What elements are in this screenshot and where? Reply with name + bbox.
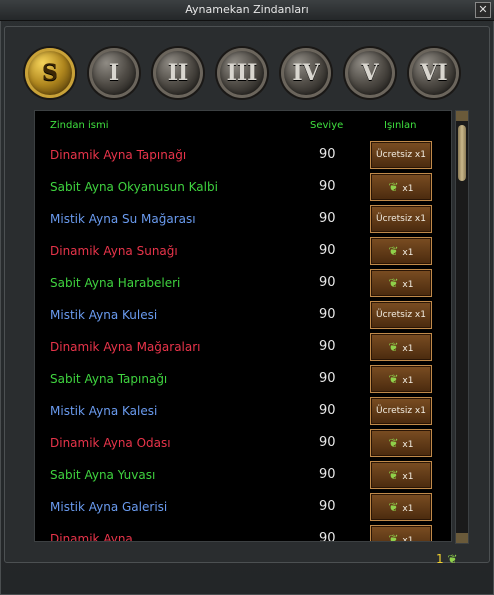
list-item: Dinamik Ayna Tapınağı 90 Ücretsiz x1 [35, 139, 451, 171]
dungeon-name: Mistik Ayna Su Mağarası [50, 212, 196, 226]
tab-tier-4[interactable]: IV [281, 48, 331, 98]
leaf-ticket-icon: ❦ [388, 372, 403, 386]
teleport-cost: x1 [402, 248, 414, 258]
leaf-ticket-icon: ❦ [388, 500, 403, 514]
header-level: Seviye [310, 120, 344, 131]
leaf-ticket-icon: ❦ [388, 180, 403, 194]
list-item: Sabit Ayna Harabeleri 90 ❦ x1 [35, 267, 451, 299]
header-name: Zindan ismi [50, 120, 109, 131]
dungeon-level: 90 [319, 307, 336, 322]
close-button[interactable]: ✕ [475, 2, 491, 18]
dungeon-name: Sabit Ayna Tapınağı [50, 372, 168, 386]
dungeon-name: Sabit Ayna Harabeleri [50, 276, 181, 290]
tab-tier-5[interactable]: V [345, 48, 395, 98]
teleport-button[interactable]: Ücretsiz x1 [370, 397, 432, 425]
teleport-button[interactable]: ❦ x1 [370, 269, 432, 297]
header-teleport: Işınlan [384, 120, 417, 131]
dungeon-name: Dinamik Ayna Odası [50, 436, 171, 450]
teleport-button[interactable]: ❦ x1 [370, 173, 432, 201]
teleport-cost: x1 [402, 536, 414, 542]
list-item: Dinamik Ayna ... 90 ❦ x1 [35, 523, 451, 542]
dungeon-level: 90 [319, 531, 336, 542]
list-scrollbar[interactable] [455, 110, 469, 544]
scroll-up-arrow[interactable] [456, 111, 468, 121]
dungeon-level: 90 [319, 243, 336, 258]
teleport-cost: Ücretsiz x1 [376, 406, 426, 416]
leaf-ticket-icon: ❦ [388, 276, 403, 290]
dungeon-name: Sabit Ayna Okyanusun Kalbi [50, 180, 218, 194]
teleport-cost: x1 [402, 344, 414, 354]
list-item: Mistik Ayna Su Mağarası 90 Ücretsiz x1 [35, 203, 451, 235]
ticket-count: 1 [436, 552, 444, 566]
dungeon-window: Aynamekan Zindanları ✕ S I II III IV V VI Zind… [0, 0, 494, 595]
dungeon-level: 90 [319, 211, 336, 226]
tab-tier-s[interactable]: S [25, 48, 75, 98]
teleport-button[interactable]: ❦ x1 [370, 237, 432, 265]
dungeon-name: Mistik Ayna Kulesi [50, 308, 158, 322]
dungeon-name: Dinamik Ayna ... [50, 532, 149, 542]
list-item: Sabit Ayna Tapınağı 90 ❦ x1 [35, 363, 451, 395]
scroll-down-arrow[interactable] [456, 533, 468, 543]
dungeon-name: Mistik Ayna Kalesi [50, 404, 158, 418]
dungeon-name: Mistik Ayna Galerisi [50, 500, 168, 514]
dungeon-level: 90 [319, 275, 336, 290]
window-title: Aynamekan Zindanları [185, 3, 309, 16]
list-item: Sabit Ayna Yuvası 90 ❦ x1 [35, 459, 451, 491]
leaf-ticket-icon: ❦ [388, 468, 403, 482]
teleport-button[interactable]: Ücretsiz x1 [370, 205, 432, 233]
leaf-ticket-icon: ❦ [388, 340, 403, 354]
list-item: Sabit Ayna Okyanusun Kalbi 90 ❦ x1 [35, 171, 451, 203]
leaf-ticket-icon: ❦ [447, 552, 458, 566]
scroll-thumb[interactable] [458, 125, 466, 181]
dungeon-level: 90 [319, 147, 336, 162]
dungeon-list: Zindan ismi Seviye Işınlan Dinamik Ayna … [34, 110, 452, 542]
dungeon-level: 90 [319, 403, 336, 418]
leaf-ticket-icon: ❦ [388, 436, 403, 450]
teleport-button[interactable]: ❦ x1 [370, 493, 432, 521]
dungeon-level: 90 [319, 371, 336, 386]
teleport-cost: Ücretsiz x1 [376, 150, 426, 160]
list-item: Dinamik Ayna Odası 90 ❦ x1 [35, 427, 451, 459]
teleport-button[interactable]: ❦ x1 [370, 333, 432, 361]
teleport-button[interactable]: Ücretsiz x1 [370, 301, 432, 329]
dungeon-level: 90 [319, 435, 336, 450]
dungeon-level: 90 [319, 499, 336, 514]
dungeon-level: 90 [319, 339, 336, 354]
teleport-cost: x1 [402, 472, 414, 482]
ticket-counter: 1 ❦ [436, 552, 458, 566]
dungeon-level: 90 [319, 467, 336, 482]
dungeon-name: Dinamik Ayna Sunağı [50, 244, 178, 258]
teleport-button[interactable]: Ücretsiz x1 [370, 141, 432, 169]
list-item: Dinamik Ayna Mağaraları 90 ❦ x1 [35, 331, 451, 363]
list-item: Mistik Ayna Kalesi 90 Ücretsiz x1 [35, 395, 451, 427]
teleport-cost: Ücretsiz x1 [376, 214, 426, 224]
list-item: Mistik Ayna Kulesi 90 Ücretsiz x1 [35, 299, 451, 331]
teleport-cost: x1 [402, 504, 414, 514]
tab-tier-1[interactable]: I [89, 48, 139, 98]
teleport-cost: x1 [402, 376, 414, 386]
teleport-button[interactable]: ❦ x1 [370, 461, 432, 489]
dungeon-name: Dinamik Ayna Tapınağı [50, 148, 187, 162]
tier-tabs: S I II III IV V VI [25, 48, 465, 100]
teleport-button[interactable]: ❦ x1 [370, 365, 432, 393]
leaf-ticket-icon: ❦ [388, 532, 403, 542]
list-item: Dinamik Ayna Sunağı 90 ❦ x1 [35, 235, 451, 267]
teleport-cost: Ücretsiz x1 [376, 310, 426, 320]
dungeon-name: Dinamik Ayna Mağaraları [50, 340, 201, 354]
tab-tier-6[interactable]: VI [409, 48, 459, 98]
teleport-button[interactable]: ❦ x1 [370, 429, 432, 457]
leaf-ticket-icon: ❦ [388, 244, 403, 258]
tab-tier-3[interactable]: III [217, 48, 267, 98]
dungeon-level: 90 [319, 179, 336, 194]
teleport-button[interactable]: ❦ x1 [370, 525, 432, 542]
tab-tier-2[interactable]: II [153, 48, 203, 98]
list-item: Mistik Ayna Galerisi 90 ❦ x1 [35, 491, 451, 523]
teleport-cost: x1 [402, 440, 414, 450]
teleport-cost: x1 [402, 280, 414, 290]
dungeon-name: Sabit Ayna Yuvası [50, 468, 156, 482]
title-bar[interactable]: Aynamekan Zindanları ✕ [0, 0, 494, 21]
teleport-cost: x1 [402, 184, 414, 194]
